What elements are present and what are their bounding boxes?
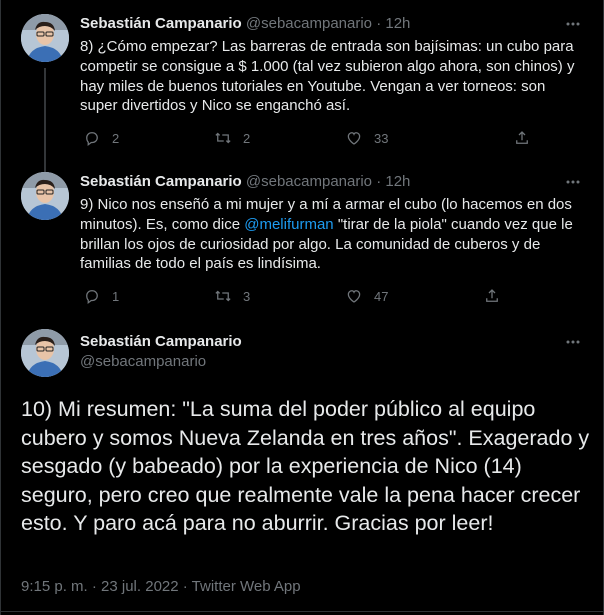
- author-handle[interactable]: @sebacampanario: [80, 352, 206, 372]
- author-handle[interactable]: @sebacampanario: [246, 173, 372, 190]
- tweet-meta[interactable]: 9:15 p. m. · 23 jul. 2022 · Twitter Web …: [21, 577, 301, 597]
- tweet-actions: 1 3 47: [73, 287, 533, 307]
- main-tweet-text: 10) Mi resumen: "La suma del poder públi…: [21, 397, 590, 535]
- divider: [1, 611, 603, 612]
- reply-count: 2: [112, 130, 120, 146]
- avatar[interactable]: [21, 14, 69, 62]
- more-icon[interactable]: [563, 14, 583, 34]
- author-handle[interactable]: @sebacampanario: [246, 15, 372, 32]
- timestamp[interactable]: · 12h: [376, 173, 410, 190]
- reply-button[interactable]: 2: [83, 129, 119, 147]
- more-icon[interactable]: [563, 172, 583, 192]
- thread-line: [44, 68, 46, 162]
- retweet-count: 3: [243, 288, 251, 304]
- like-icon: [347, 290, 361, 303]
- like-button[interactable]: 47: [345, 287, 388, 305]
- avatar[interactable]: [21, 172, 69, 220]
- tweet[interactable]: Sebastián Campanario @sebacampanario · 1…: [1, 0, 603, 162]
- reply-icon: [86, 132, 98, 147]
- timeline: Sebastián Campanario @sebacampanario · 1…: [0, 0, 604, 615]
- like-count: 47: [374, 288, 389, 304]
- like-button[interactable]: 33: [345, 129, 388, 147]
- retweet-count: 2: [243, 130, 251, 146]
- author-name[interactable]: Sebastián Campanario: [80, 332, 242, 352]
- author-name[interactable]: Sebastián Campanario: [80, 173, 242, 190]
- tweet-text: 9) Nico nos enseñó a mi mujer y a mí a a…: [80, 195, 585, 274]
- retweet-button[interactable]: 2: [214, 129, 250, 147]
- thread-line: [44, 162, 46, 172]
- tweet[interactable]: Sebastián Campanario @sebacampanario · 1…: [1, 162, 603, 322]
- timestamp[interactable]: · 12h: [376, 15, 410, 32]
- like-count: 33: [374, 130, 389, 146]
- tweet-header: Sebastián Campanario @sebacampanario · 1…: [80, 172, 410, 192]
- share-button[interactable]: [513, 129, 531, 147]
- reply-count: 1: [112, 288, 120, 304]
- share-button[interactable]: [483, 287, 501, 305]
- share-icon: [516, 131, 528, 144]
- more-icon[interactable]: [563, 332, 583, 352]
- mention-link[interactable]: @melifurman: [244, 216, 333, 233]
- main-tweet: Sebastián Campanario @sebacampanario 10)…: [1, 322, 603, 615]
- retweet-icon: [215, 290, 231, 302]
- tweet-header: Sebastián Campanario @sebacampanario · 1…: [80, 14, 410, 34]
- reply-button[interactable]: 1: [83, 287, 119, 305]
- retweet-button[interactable]: 3: [214, 287, 250, 305]
- like-icon: [347, 132, 361, 145]
- tweet-actions: 2 2 33: [73, 129, 533, 149]
- share-icon: [486, 289, 498, 302]
- author-name[interactable]: Sebastián Campanario: [80, 15, 242, 32]
- tweet-text: 8) ¿Cómo empezar? Las barreras de entrad…: [80, 38, 575, 115]
- reply-icon: [86, 290, 98, 305]
- retweet-icon: [215, 132, 231, 144]
- avatar[interactable]: [21, 329, 69, 377]
